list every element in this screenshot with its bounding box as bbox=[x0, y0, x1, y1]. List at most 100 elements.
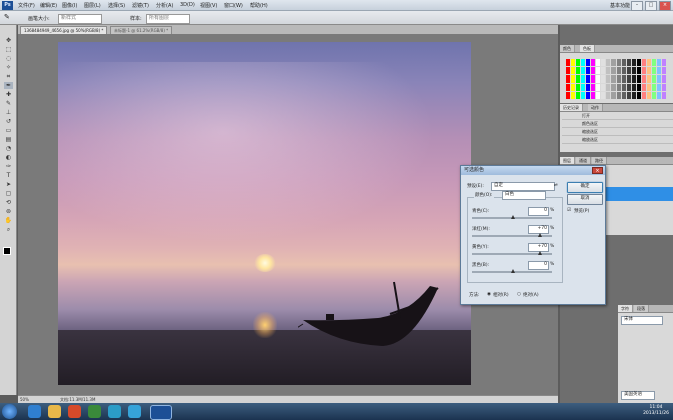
color-swatch[interactable] bbox=[586, 83, 591, 91]
tab-color[interactable]: 颜色 bbox=[560, 45, 575, 52]
stamp-tool-icon[interactable]: ⊥ bbox=[4, 109, 13, 116]
color-swatch[interactable] bbox=[596, 67, 601, 75]
system-clock[interactable]: 11:04 2013/11/26 bbox=[643, 405, 669, 417]
tab-history[interactable]: 历史记录 bbox=[560, 104, 583, 111]
close-icon[interactable]: × bbox=[592, 167, 603, 174]
color-swatch[interactable] bbox=[636, 83, 641, 91]
browser-icon[interactable] bbox=[108, 405, 121, 418]
mode-dropdown[interactable]: 新样式 bbox=[58, 14, 102, 24]
color-swatch[interactable] bbox=[661, 75, 666, 83]
color-swatch[interactable] bbox=[641, 91, 646, 99]
color-swatch[interactable] bbox=[591, 75, 596, 83]
color-swatch[interactable] bbox=[641, 83, 646, 91]
color-swatch[interactable] bbox=[581, 59, 586, 67]
pen-tool-icon[interactable]: ✑ bbox=[4, 163, 13, 170]
color-swatch[interactable] bbox=[586, 91, 591, 99]
color-swatch[interactable] bbox=[596, 75, 601, 83]
ie-icon[interactable] bbox=[28, 405, 41, 418]
healing-tool-icon[interactable]: ✚ bbox=[4, 91, 13, 98]
tab-character[interactable]: 字符 bbox=[618, 305, 633, 312]
color-swatch[interactable] bbox=[631, 75, 636, 83]
color-swatch[interactable] bbox=[586, 59, 591, 67]
selected-layer-row[interactable] bbox=[600, 187, 673, 201]
color-swatch[interactable] bbox=[616, 59, 621, 67]
color-swatch[interactable] bbox=[646, 75, 651, 83]
relative-radio-icon[interactable]: ◉ bbox=[487, 292, 491, 297]
tab-swatches[interactable]: 色板 bbox=[580, 45, 595, 52]
black-slider[interactable] bbox=[472, 269, 552, 273]
color-swatch[interactable] bbox=[621, 59, 626, 67]
color-swatch[interactable] bbox=[571, 67, 576, 75]
color-swatch[interactable] bbox=[611, 75, 616, 83]
color-swatch[interactable] bbox=[616, 67, 621, 75]
color-swatch[interactable] bbox=[606, 59, 611, 67]
color-swatch[interactable] bbox=[636, 59, 641, 67]
marquee-tool-icon[interactable]: ⬚ bbox=[4, 46, 13, 53]
color-swatch[interactable] bbox=[661, 83, 666, 91]
color-swatch[interactable] bbox=[571, 91, 576, 99]
preset-options-icon[interactable]: ⇌ bbox=[554, 183, 558, 188]
tab-paragraph[interactable]: 段落 bbox=[634, 305, 649, 312]
tab-channels[interactable]: 通道 bbox=[576, 157, 591, 164]
move-tool-icon[interactable]: ✥ bbox=[4, 37, 13, 44]
color-swatch[interactable] bbox=[581, 91, 586, 99]
color-swatch[interactable] bbox=[656, 75, 661, 83]
menu-filter[interactable]: 滤镜(T) bbox=[132, 2, 149, 9]
color-swatch[interactable] bbox=[591, 67, 596, 75]
hand-tool-icon[interactable]: ✋ bbox=[4, 217, 13, 224]
cyan-slider-knob[interactable] bbox=[511, 215, 515, 219]
color-swatch[interactable] bbox=[581, 67, 586, 75]
color-swatch[interactable] bbox=[656, 67, 661, 75]
menu-analysis[interactable]: 分析(A) bbox=[156, 2, 173, 9]
color-swatch[interactable] bbox=[651, 59, 656, 67]
color-swatch[interactable] bbox=[576, 75, 581, 83]
color-swatch[interactable] bbox=[636, 91, 641, 99]
menu-select[interactable]: 选择(S) bbox=[108, 2, 125, 9]
crop-tool-icon[interactable]: ⌗ bbox=[4, 73, 13, 80]
shape-tool-icon[interactable]: ▢ bbox=[4, 190, 13, 197]
color-swatch[interactable] bbox=[606, 67, 611, 75]
color-swatch[interactable] bbox=[641, 75, 646, 83]
color-swatch[interactable] bbox=[606, 91, 611, 99]
minimize-icon[interactable]: – bbox=[631, 1, 643, 11]
history-item[interactable]: 打开 bbox=[562, 112, 673, 120]
color-swatch[interactable] bbox=[656, 91, 661, 99]
cyan-input[interactable]: 0 bbox=[528, 207, 549, 216]
color-swatch[interactable] bbox=[611, 91, 616, 99]
history-brush-tool-icon[interactable]: ↺ bbox=[4, 118, 13, 125]
dodge-tool-icon[interactable]: ◐ bbox=[4, 154, 13, 161]
history-item[interactable]: 颜色选区 bbox=[562, 120, 673, 128]
preset-dropdown[interactable]: 自定 bbox=[491, 182, 555, 191]
qq-icon[interactable] bbox=[128, 405, 141, 418]
color-swatch[interactable] bbox=[656, 83, 661, 91]
path-select-tool-icon[interactable]: ➤ bbox=[4, 181, 13, 188]
color-swatch[interactable] bbox=[596, 91, 601, 99]
color-swatch[interactable] bbox=[611, 67, 616, 75]
history-item[interactable]: 缩放选区 bbox=[562, 136, 673, 144]
color-swatch[interactable] bbox=[646, 67, 651, 75]
color-swatch[interactable] bbox=[601, 67, 606, 75]
magenta-slider-knob[interactable] bbox=[538, 233, 542, 237]
menu-layer[interactable]: 图层(L) bbox=[84, 2, 101, 9]
color-swatch[interactable] bbox=[646, 83, 651, 91]
color-swatch[interactable] bbox=[656, 59, 661, 67]
color-swatch[interactable] bbox=[576, 83, 581, 91]
color-swatch[interactable] bbox=[621, 83, 626, 91]
color-swatch[interactable] bbox=[621, 67, 626, 75]
yellow-slider[interactable] bbox=[472, 251, 552, 255]
magic-wand-tool-icon[interactable]: ✧ bbox=[4, 64, 13, 71]
photoshop-taskbar-icon[interactable] bbox=[150, 405, 172, 420]
tab-actions[interactable]: 动作 bbox=[588, 104, 603, 111]
color-swatch[interactable] bbox=[586, 75, 591, 83]
absolute-radio-icon[interactable]: ○ bbox=[517, 292, 521, 297]
color-swatch[interactable] bbox=[631, 67, 636, 75]
menu-help[interactable]: 帮助(H) bbox=[250, 2, 268, 9]
color-swatch[interactable] bbox=[626, 83, 631, 91]
color-swatch[interactable] bbox=[601, 83, 606, 91]
color-swatch[interactable] bbox=[626, 59, 631, 67]
eraser-tool-icon[interactable]: ▭ bbox=[4, 127, 13, 134]
color-swatch[interactable] bbox=[651, 75, 656, 83]
color-swatch[interactable] bbox=[646, 91, 651, 99]
color-swatch[interactable] bbox=[651, 91, 656, 99]
black-input[interactable]: 0 bbox=[528, 261, 549, 270]
